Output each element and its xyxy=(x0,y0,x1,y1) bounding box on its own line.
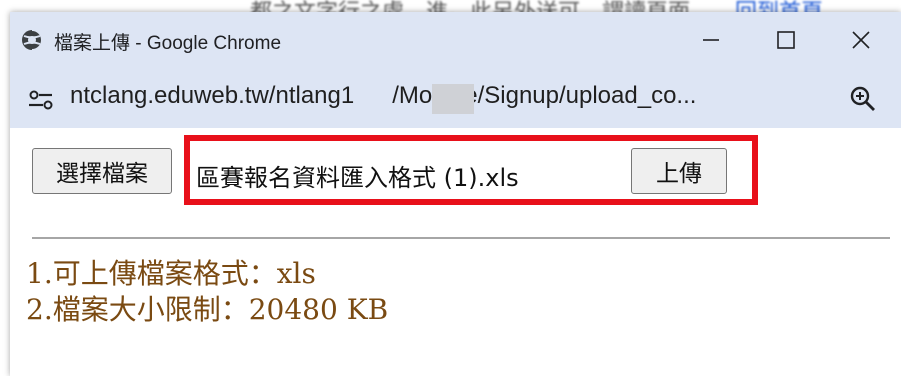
chrome-popup-window: 檔案上傳 - Google Chrome ntclang.eduweb.tw/n… xyxy=(10,12,901,376)
window-title: 檔案上傳 - Google Chrome xyxy=(54,33,282,54)
chrome-globe-icon xyxy=(22,29,43,51)
address-bar[interactable]: ntclang.eduweb.tw/ntlang1/Module/Signup/… xyxy=(10,70,901,128)
url-start: ntclang.eduweb.tw/ntlang1 xyxy=(70,82,355,109)
divider xyxy=(32,237,890,239)
maximize-button[interactable] xyxy=(756,20,816,60)
url-text[interactable]: ntclang.eduweb.tw/ntlang1/Module/Signup/… xyxy=(70,82,696,110)
upload-notes: 1.可上傳檔案格式：xls 2.檔案大小限制：20480 KB xyxy=(26,256,388,328)
maximize-icon xyxy=(777,31,795,49)
url-redaction xyxy=(432,84,474,114)
close-button[interactable] xyxy=(831,20,891,60)
upload-button[interactable]: 上傳 xyxy=(631,148,727,194)
title-bar[interactable]: 檔案上傳 - Google Chrome xyxy=(10,12,901,70)
page-content: 選擇檔案 區賽報名資料匯入格式 (1).xls 上傳 1.可上傳檔案格式：xls… xyxy=(10,128,901,376)
note-file-size: 2.檔案大小限制：20480 KB xyxy=(26,293,389,326)
minimize-icon xyxy=(703,39,719,41)
choose-file-button[interactable]: 選擇檔案 xyxy=(32,148,172,194)
close-icon xyxy=(852,31,870,49)
note-file-format: 1.可上傳檔案格式：xls xyxy=(26,257,316,290)
selected-file-name: 區賽報名資料匯入格式 (1).xls xyxy=(196,164,519,192)
minimize-button[interactable] xyxy=(681,20,741,60)
site-settings-icon[interactable] xyxy=(24,84,58,116)
zoom-icon[interactable] xyxy=(848,84,878,114)
